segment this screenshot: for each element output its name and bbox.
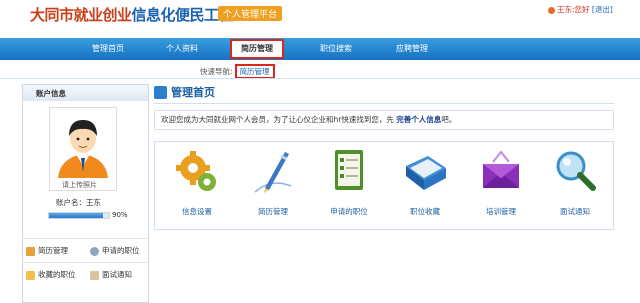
complete-profile-link[interactable]: 完善个人信息: [396, 115, 441, 124]
card-resume[interactable]: 简历管理: [243, 148, 303, 217]
welcome-banner: 欢迎您成为大同就业网个人会员，为了让心仪企业和hr快速找到您，先 完善个人信息吧…: [154, 110, 614, 130]
user-icon: [548, 6, 555, 14]
user-name: 王东:您好: [557, 5, 590, 14]
sidebar-item-saved-jobs[interactable]: 收藏的职位: [22, 262, 86, 286]
avatar[interactable]: [49, 107, 117, 191]
card-training[interactable]: 培训管理: [471, 148, 531, 217]
nav-home[interactable]: 管理首页: [80, 38, 136, 60]
card-interview[interactable]: 面试通知: [545, 148, 605, 217]
envelope-icon: [90, 270, 99, 280]
quick-nav-label: 快速导航:: [200, 67, 233, 76]
card-saved-jobs[interactable]: 职位收藏: [395, 148, 455, 217]
card-info-settings[interactable]: 信息设置: [167, 148, 227, 217]
sidebar-item-resume[interactable]: 简历管理: [22, 238, 86, 262]
avatar-icon: [58, 120, 108, 178]
logout-link[interactable]: [退出]: [592, 5, 613, 14]
quick-nav: 快速导航: 简历管理: [200, 64, 275, 79]
sidebar-item-applied-jobs[interactable]: 申请的职位: [86, 238, 149, 262]
card-label: 面试通知: [560, 207, 590, 216]
title-divider: [154, 103, 614, 104]
sidebar-item-label: 面试通知: [102, 270, 132, 279]
card-label: 职位收藏: [410, 207, 440, 216]
envelope-icon: [483, 150, 519, 188]
card-label: 信息设置: [182, 207, 212, 216]
card-applied-jobs[interactable]: 申请的职位: [319, 148, 379, 217]
site-logo: 大同市就业创业信息化便民工程: [30, 4, 234, 25]
resume-icon: [26, 246, 35, 256]
search-icon: [90, 246, 99, 256]
welcome-suffix: 吧。: [441, 115, 457, 124]
nav-applications[interactable]: 应聘管理: [384, 38, 440, 60]
profile-progress-fill: [49, 213, 103, 218]
card-label: 简历管理: [258, 207, 288, 216]
sidebar-item-label: 申请的职位: [102, 246, 140, 255]
checklist-icon: [335, 150, 363, 190]
pen-icon: [254, 152, 292, 193]
folder-icon: [406, 156, 446, 190]
quick-nav-link[interactable]: 简历管理: [234, 64, 275, 79]
logo-text-1: 大同市就业创业: [30, 6, 132, 24]
sidebar-item-label: 收藏的职位: [38, 270, 76, 279]
sidebar-item-label: 简历管理: [38, 246, 68, 255]
nav-resume[interactable]: 简历管理: [230, 39, 284, 59]
card-label: 申请的职位: [330, 207, 368, 216]
account-name: 账户名：王东: [56, 198, 101, 207]
user-info: 王东:您好 [退出]: [548, 4, 613, 15]
gear-icon: [176, 151, 216, 191]
main-nav: 管理首页 个人资料 简历管理 职位搜索 应聘管理: [0, 38, 640, 60]
platform-badge: 个人管理平台: [218, 6, 283, 21]
nav-profile[interactable]: 个人资料: [154, 38, 210, 60]
upload-photo-link[interactable]: 请上传照片: [62, 180, 97, 190]
star-icon: [26, 270, 35, 280]
profile-progress-bar: [48, 212, 110, 219]
nav-job-search[interactable]: 职位搜索: [308, 38, 364, 60]
card-label: 培训管理: [486, 207, 516, 216]
magnifier-icon: [556, 151, 596, 191]
page-title: 管理首页: [171, 86, 215, 99]
home-icon: [154, 86, 167, 99]
divider: [0, 78, 640, 79]
account-panel-title: 账户信息: [36, 89, 66, 98]
sidebar-item-interview[interactable]: 面试通知: [86, 262, 149, 286]
profile-progress-text: 90%: [112, 211, 128, 219]
welcome-text: 欢迎您成为大同就业网个人会员，为了让心仪企业和hr快速找到您，先: [161, 115, 394, 124]
